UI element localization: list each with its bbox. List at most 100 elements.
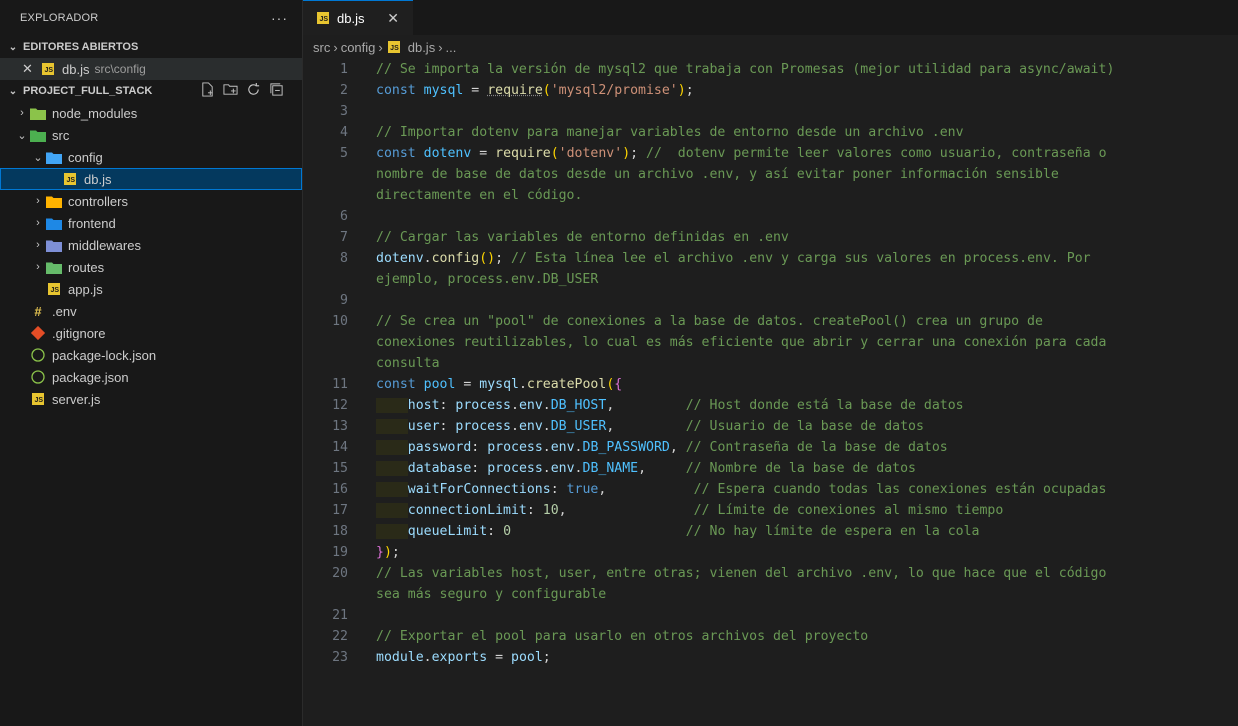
code-line[interactable]: 12 host: process.env.DB_HOST, // Host do…	[303, 395, 1238, 416]
line-number: 21	[332, 608, 348, 623]
tree-item[interactable]: # .env	[0, 300, 302, 322]
code-line[interactable]: 18 queueLimit: 0 // No hay límite de esp…	[303, 521, 1238, 542]
close-icon[interactable]: ✕	[387, 10, 399, 27]
open-editors-header[interactable]: ⌄ EDITORES ABIERTOS	[0, 36, 302, 58]
tree-item[interactable]: › frontend	[0, 212, 302, 234]
line-number: 16	[332, 482, 348, 497]
code-line[interactable]: consulta	[303, 353, 1238, 374]
folder-src-icon	[30, 127, 46, 143]
code-line[interactable]: sea más seguro y configurable	[303, 584, 1238, 605]
folder-routes-icon	[46, 259, 62, 275]
tree-item[interactable]: package.json	[0, 366, 302, 388]
code-text: waitForConnections: true, // Espera cuan…	[376, 479, 1106, 500]
code-line[interactable]: 22 // Exportar el pool para usarlo en otr…	[303, 626, 1238, 647]
chevron-right-icon: ›	[378, 39, 383, 55]
code-line[interactable]: 13 user: process.env.DB_USER, // Usuario…	[303, 416, 1238, 437]
code-line[interactable]: 17 connectionLimit: 10, // Límite de con…	[303, 500, 1238, 521]
new-file-icon[interactable]	[200, 82, 215, 100]
code-line[interactable]: 11 const pool = mysql.createPool({	[303, 374, 1238, 395]
chevron-right-icon: ›	[333, 39, 338, 55]
line-number: 22	[332, 629, 348, 644]
tab-db-js[interactable]: JS db.js ✕	[303, 0, 413, 35]
code-line[interactable]: 3	[303, 101, 1238, 122]
code-line[interactable]: 8 dotenv.config(); // Esta línea lee el a…	[303, 248, 1238, 269]
code-line[interactable]: 2 const mysql = require('mysql2/promise')…	[303, 80, 1238, 101]
code-line[interactable]: 14 password: process.env.DB_PASSWORD, //…	[303, 437, 1238, 458]
open-editors-label: EDITORES ABIERTOS	[23, 41, 139, 53]
code-text: // Se crea un "pool" de conexiones a la …	[376, 314, 1043, 329]
tree-item[interactable]: JS app.js	[0, 278, 302, 300]
tree-item[interactable]: package-lock.json	[0, 344, 302, 366]
line-number: 11	[332, 377, 348, 392]
code-line[interactable]: ejemplo, process.env.DB_USER	[303, 269, 1238, 290]
breadcrumb-symbol[interactable]: ...	[446, 40, 457, 55]
tree-item-label: .env	[52, 303, 77, 319]
refresh-icon[interactable]	[246, 82, 261, 100]
npm-file-icon	[30, 369, 46, 385]
tree-item[interactable]: › routes	[0, 256, 302, 278]
collapse-all-icon[interactable]	[269, 82, 284, 100]
breadcrumb-file[interactable]: db.js	[408, 40, 435, 55]
project-header[interactable]: ⌄ PROJECT_FULL_STACK	[0, 80, 302, 102]
code-text: });	[376, 545, 400, 560]
line-number: 7	[340, 230, 348, 245]
tree-item[interactable]: .gitignore	[0, 322, 302, 344]
line-number	[303, 269, 376, 290]
line-number: 3	[340, 104, 348, 119]
tree-item[interactable]: › node_modules	[0, 102, 302, 124]
js-file-icon: JS	[46, 281, 62, 297]
code-text: dotenv.config(); // Esta línea lee el ar…	[376, 251, 1091, 266]
line-number	[303, 185, 376, 206]
code-line[interactable]: 9	[303, 290, 1238, 311]
code-line[interactable]: 21	[303, 605, 1238, 626]
code-text: conexiones reutilizables, lo cual es más…	[376, 335, 1107, 350]
open-editor-item[interactable]: ✕ JS db.js src\config	[0, 58, 302, 80]
code-line[interactable]: 10 // Se crea un "pool" de conexiones a l…	[303, 311, 1238, 332]
close-icon[interactable]: ✕	[22, 61, 40, 77]
tree-item-label: frontend	[68, 215, 116, 231]
code-line[interactable]: 23 module.exports = pool;	[303, 647, 1238, 668]
line-number	[303, 164, 376, 185]
folder-frontend-icon	[46, 215, 62, 231]
new-folder-icon[interactable]	[223, 82, 238, 100]
code-editor[interactable]: 1 // Se importa la versión de mysql2 que …	[303, 59, 1238, 726]
tree-item[interactable]: JS db.js	[0, 168, 302, 190]
js-file-icon: JS	[315, 10, 331, 26]
tree-item[interactable]: JS server.js	[0, 388, 302, 410]
tree-item-label: package-lock.json	[52, 347, 157, 363]
code-line[interactable]: 7 // Cargar las variables de entorno defi…	[303, 227, 1238, 248]
tree-item[interactable]: ⌄ src	[0, 124, 302, 146]
code-line[interactable]: directamente en el código.	[303, 185, 1238, 206]
code-line[interactable]: 5 const dotenv = require('dotenv'); // do…	[303, 143, 1238, 164]
code-text: // Importar dotenv para manejar variable…	[376, 125, 964, 140]
breadcrumb-src[interactable]: src	[313, 40, 330, 55]
code-line[interactable]: 16 waitForConnections: true, // Espera c…	[303, 479, 1238, 500]
tree-item[interactable]: › controllers	[0, 190, 302, 212]
code-text: const mysql = require('mysql2/promise');	[376, 83, 694, 98]
code-text: // Se importa la versión de mysql2 que t…	[376, 62, 1115, 77]
tree-item[interactable]: ⌄ config	[0, 146, 302, 168]
tree-item[interactable]: › middlewares	[0, 234, 302, 256]
code-line[interactable]: nombre de base de datos desde un archivo…	[303, 164, 1238, 185]
js-file-icon: JS	[40, 61, 56, 77]
tree-item-label: config	[68, 149, 103, 165]
explorer-title: EXPLORADOR	[20, 12, 99, 24]
code-line[interactable]: 19});	[303, 542, 1238, 563]
code-text: // Exportar el pool para usarlo en otros…	[376, 629, 869, 644]
breadcrumb-config[interactable]: config	[341, 40, 376, 55]
code-line[interactable]: 1 // Se importa la versión de mysql2 que …	[303, 59, 1238, 80]
code-line[interactable]: 20 // Las variables host, user, entre otr…	[303, 563, 1238, 584]
line-number: 6	[340, 209, 348, 224]
code-line[interactable]: 6	[303, 206, 1238, 227]
code-text: queueLimit: 0 // No hay límite de espera…	[376, 521, 979, 542]
tree-item-label: src	[52, 127, 70, 143]
code-text: directamente en el código.	[376, 188, 583, 203]
open-editor-path: src\config	[94, 62, 146, 76]
chevron-right-icon: ›	[36, 195, 40, 207]
folder-config-icon	[46, 149, 62, 165]
code-line[interactable]: 4 // Importar dotenv para manejar variabl…	[303, 122, 1238, 143]
code-line[interactable]: conexiones reutilizables, lo cual es más…	[303, 332, 1238, 353]
code-line[interactable]: 15 database: process.env.DB_NAME, // Nom…	[303, 458, 1238, 479]
more-actions-icon[interactable]: ···	[271, 10, 288, 26]
line-number	[303, 584, 376, 605]
